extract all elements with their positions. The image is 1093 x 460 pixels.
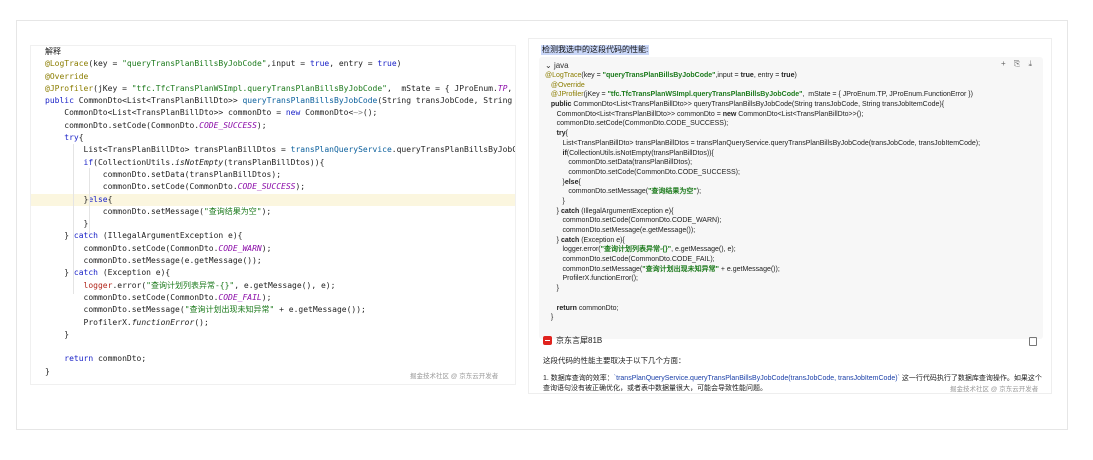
code-line: commonDto.setCode(CommonDto.CODE_WARN);: [545, 217, 722, 225]
answer-point-prefix: 1. 数据库查询的效率：: [543, 375, 614, 382]
code-block-toolbar[interactable]: + ⎘ ⤓: [1001, 59, 1035, 69]
code-line: @LogTrace(key = "queryTransPlanBillsByJo…: [45, 59, 402, 69]
code-line: } catch (Exception e){: [545, 236, 625, 244]
code-language-label[interactable]: ⌄ java: [545, 61, 569, 70]
code-line: @JProfiler(jKey = "tfc.TfcTransPlanWSImp…: [45, 83, 513, 93]
code-line: }: [545, 285, 560, 293]
code-line: commonDto.setMessage("查询结果为空");: [45, 206, 272, 216]
answer-inline-code: `transPlanQueryService.queryTransPlanBil…: [613, 375, 900, 382]
code-line: } catch (IllegalArgumentException e){: [45, 231, 243, 241]
code-line: public CommonDto<List<TransPlanBillDto>>…: [545, 101, 945, 109]
code-line: ProfilerX.functionError();: [45, 317, 209, 327]
code-line: commonDto.setMessage("查询结果为空");: [545, 188, 702, 196]
code-line: @JProfiler(jKey = "tfc.TfcTransPlanWSImp…: [545, 91, 973, 99]
code-line: ProfilerX.functionError();: [545, 275, 638, 283]
code-line: public CommonDto<List<TransPlanBillDto>>…: [45, 96, 513, 106]
code-line: } catch (IllegalArgumentException e){: [545, 207, 674, 215]
code-line: logger.error("查询计划列表异常-{}", e.getMessage…: [545, 246, 736, 254]
code-line: CommonDto<List<TransPlanBillDto>> common…: [45, 108, 378, 118]
watermark-right: 掘金技术社区 @ 京东云开发者: [950, 386, 1039, 393]
code-line: commonDto.setCode(CommonDto.CODE_FAIL);: [545, 256, 715, 264]
code-block-card: ⌄ java + ⎘ ⤓ @LogTrace(key = "queryTrans…: [539, 57, 1043, 339]
code-line: if(CollectionUtils.isNotEmpty(transPlanB…: [545, 149, 714, 157]
code-line: return commonDto;: [64, 354, 147, 364]
code-line: 解释: [45, 47, 61, 56]
indent-guide: [73, 144, 74, 294]
ai-model-name: 京东言犀81B: [556, 336, 603, 345]
code-line: commonDto.setCode(CommonDto.CODE_SUCCESS…: [545, 120, 729, 128]
code-line: }else{: [31, 193, 515, 206]
code-line: @Override: [545, 81, 585, 89]
code-language-text: java: [553, 61, 569, 70]
code-line: List<TransPlanBillDto> transPlanBillDtos…: [45, 145, 516, 155]
code-line: commonDto.setMessage("查询计划出现未知异常" + e.ge…: [545, 265, 780, 273]
code-line: commonDto.setMessage("查询计划出现未知异常" + e.ge…: [45, 305, 366, 315]
code-line: commonDto.setCode(CommonDto.CODE_SUCCESS…: [45, 182, 306, 192]
answer-intro: 这段代码的性能主要取决于以下几个方面：: [543, 356, 686, 365]
code-line: CommonDto<List<TransPlanBillDto>> common…: [545, 110, 864, 118]
code-line: } catch (Exception e){: [45, 268, 171, 278]
code-line: try{: [64, 133, 84, 143]
selected-prompt-text: 检测我选中的这段代码的性能:: [541, 45, 650, 55]
code-line: }: [545, 197, 565, 205]
code-line: List<TransPlanBillDto> transPlanBillDtos…: [545, 139, 981, 147]
chevron-down-icon[interactable]: ⌄: [545, 61, 552, 70]
code-line: @LogTrace(key = "queryTransPlanBillsByJo…: [545, 72, 797, 79]
copy-icon[interactable]: [1029, 337, 1037, 346]
code-line: }: [45, 219, 89, 229]
code-line: commonDto.setData(transPlanBillDtos);: [45, 169, 282, 179]
code-line: @Override: [45, 71, 89, 81]
code-line: commonDto.setCode(CommonDto.CODE_WARN);: [45, 243, 272, 253]
code-area[interactable]: 解释 @LogTrace(key = "queryTransPlanBillsBy…: [31, 46, 516, 378]
code-line: return commonDto;: [545, 304, 619, 312]
code-line: commonDto.setCode(CommonDto.CODE_SUCCESS…: [45, 120, 267, 130]
ai-assistant-panel: 检测我选中的这段代码的性能: ⌄ java + ⎘ ⤓ @LogTrace(ke…: [528, 38, 1052, 394]
code-line: commonDto.setData(transPlanBillDtos);: [545, 159, 693, 167]
code-line: commonDto.setCode(CommonDto.CODE_SUCCESS…: [545, 168, 740, 176]
code-line: }else{: [545, 178, 581, 186]
code-line: commonDto.setCode(CommonDto.CODE_FAIL);: [45, 292, 272, 302]
code-line: logger.error("查询计划列表异常-{}", e.getMessage…: [83, 280, 336, 290]
indent-guide: [89, 168, 90, 234]
watermark-left: 掘金技术社区 @ 京东云开发者: [410, 373, 499, 380]
ai-response-header: 京东言犀81B: [543, 335, 602, 346]
code-line: if(CollectionUtils.isNotEmpty(transPlanB…: [83, 157, 325, 167]
code-line: commonDto.setMessage(e.getMessage());: [45, 256, 262, 266]
jd-logo-icon: [543, 336, 552, 345]
code-line: }: [45, 329, 70, 339]
code-block-content: @LogTrace(key = "queryTransPlanBillsByJo…: [545, 71, 1043, 323]
code-line: commonDto.setMessage(e.getMessage());: [545, 227, 696, 234]
code-line: }: [545, 314, 554, 322]
code-line: try{: [545, 130, 568, 138]
ide-code-editor: 解释 @LogTrace(key = "queryTransPlanBillsBy…: [30, 45, 516, 385]
